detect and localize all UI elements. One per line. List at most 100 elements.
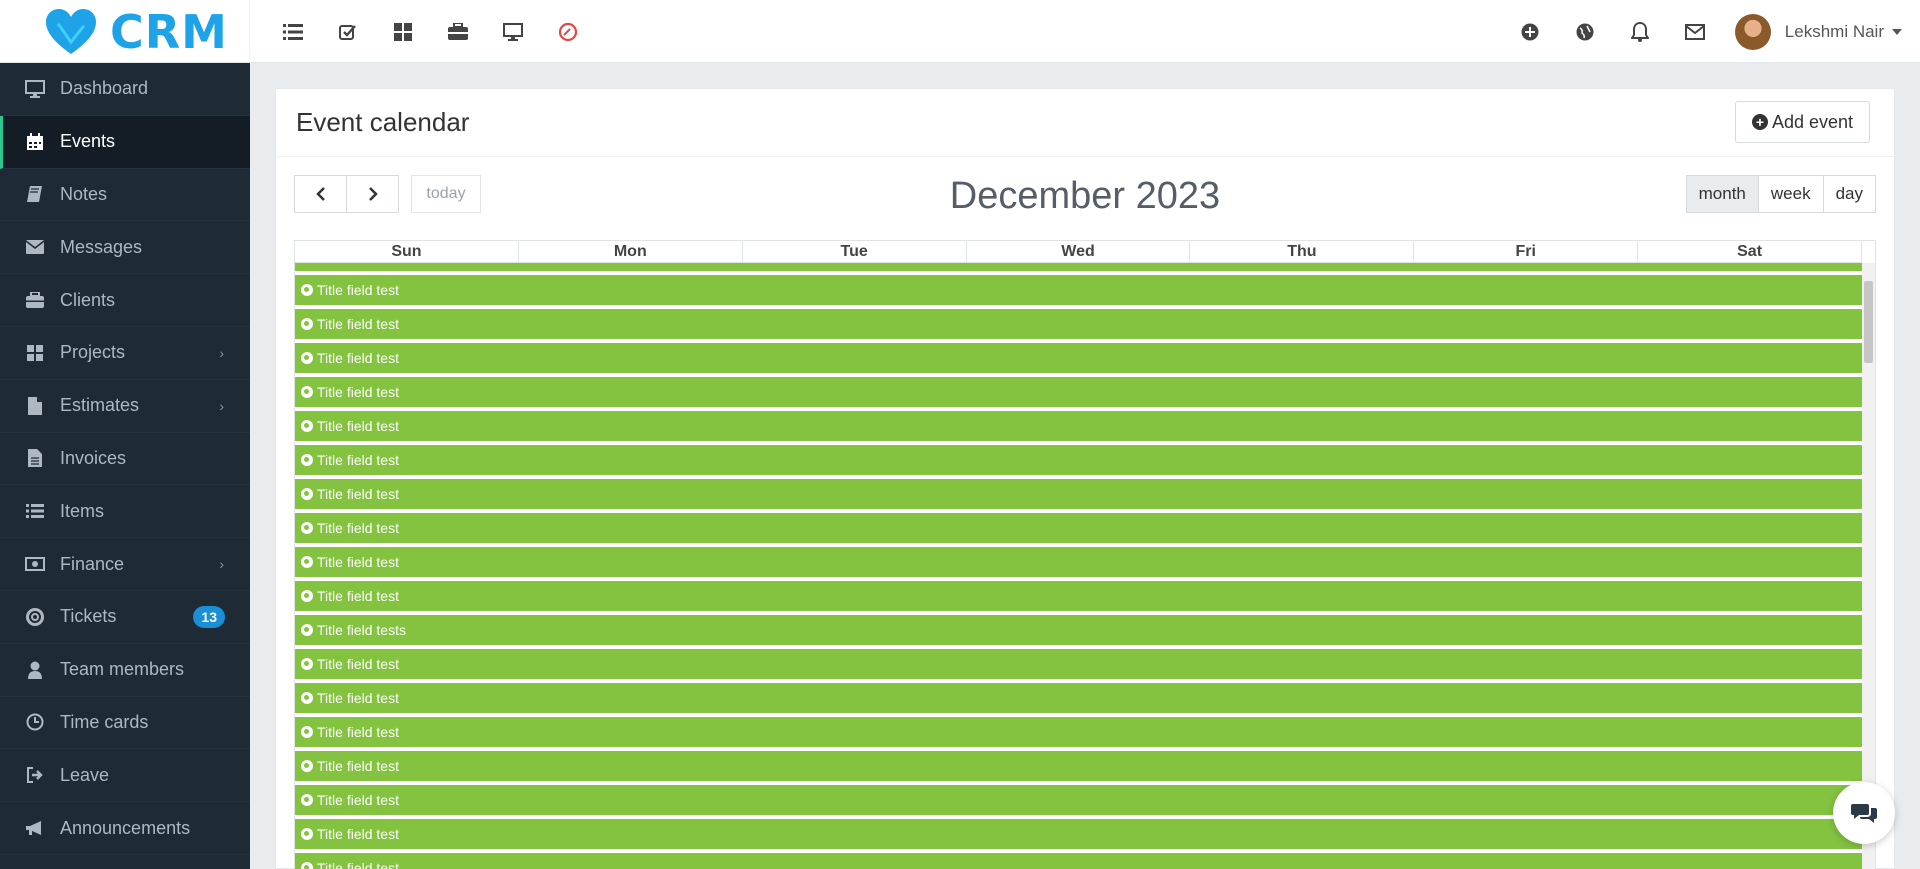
calendar-grid: Sun Mon Tue Wed Thu Fri Sat Title field test Ti…: [294, 240, 1876, 869]
check-square-icon[interactable]: [320, 0, 375, 63]
monitor-icon[interactable]: [485, 0, 540, 63]
th-large-icon: [24, 342, 46, 364]
logo-text: CRM: [110, 4, 228, 59]
add-event-button[interactable]: + Add event: [1734, 101, 1870, 143]
sidebar-item-announcements[interactable]: Announcements: [0, 802, 250, 855]
event-item[interactable]: Title field test: [295, 751, 1862, 783]
event-item[interactable]: Title field tests: [295, 615, 1862, 647]
sidebar-item-label: Projects: [60, 342, 126, 363]
sidebar-item-projects[interactable]: Projects ›: [0, 327, 250, 380]
clock-icon: [301, 522, 313, 534]
prev-button[interactable]: [294, 175, 347, 213]
sidebar-item-label: Time cards: [60, 711, 149, 732]
event-item[interactable]: Title field test: [295, 717, 1862, 749]
chevron-right-icon: ›: [219, 397, 224, 414]
event-item[interactable]: Title field test: [295, 377, 1862, 409]
clock-icon: [301, 556, 313, 568]
event-item[interactable]: Title field test: [295, 479, 1862, 511]
sidebar-item-label: Clients: [60, 289, 116, 310]
sidebar-item-tickets[interactable]: Tickets 13: [0, 591, 250, 644]
event-item[interactable]: Title field test: [295, 853, 1862, 869]
chevron-right-icon: ›: [219, 556, 224, 573]
day-view-button[interactable]: day: [1822, 175, 1876, 213]
sidebar-item-notes[interactable]: Notes: [0, 169, 250, 222]
scrollbar[interactable]: [1862, 263, 1875, 869]
event-item[interactable]: Title field test: [295, 785, 1862, 817]
event-item[interactable]: Title field test: [295, 683, 1862, 715]
sidebar-item-invoices[interactable]: Invoices: [0, 433, 250, 486]
sidebar-item-label: Estimates: [60, 395, 140, 416]
event-list: Title field test Title field test Title fi…: [295, 263, 1862, 869]
plus-circle-icon: +: [1751, 114, 1768, 130]
sidebar-item-time-cards[interactable]: Time cards: [0, 697, 250, 750]
top-navbar: CRM Lekshmi Nair: [0, 0, 1920, 63]
sidebar-item-label: Events: [60, 131, 116, 152]
event-item[interactable]: Title field test: [295, 547, 1862, 579]
event-item[interactable]: Title field test: [295, 819, 1862, 851]
event-title: Title field test: [317, 520, 399, 536]
list-icon: [24, 500, 46, 522]
clock-icon: [301, 726, 313, 738]
sidebar-item-clients[interactable]: Clients: [0, 274, 250, 327]
add-event-label: Add event: [1771, 111, 1853, 132]
clock-icon: [301, 590, 313, 602]
life-ring-icon: [24, 606, 46, 628]
today-button[interactable]: today: [411, 175, 481, 213]
calendar-toolbar: December 2023 today month week day: [276, 157, 1894, 235]
event-item[interactable]: Title field test: [295, 343, 1862, 375]
logo[interactable]: CRM: [0, 0, 250, 63]
event-item[interactable]: Title field test: [295, 513, 1862, 545]
event-title: Title field test: [317, 588, 399, 604]
event-item[interactable]: Title field test: [295, 649, 1862, 681]
event-item[interactable]: Title field test: [295, 275, 1862, 307]
week-view-button[interactable]: week: [1757, 175, 1824, 213]
user-icon: [24, 659, 46, 681]
event-title: Title field test: [317, 758, 399, 774]
briefcase-icon: [24, 289, 46, 311]
weekday-mon: Mon: [519, 241, 743, 262]
sidebar-item-finance[interactable]: Finance ›: [0, 538, 250, 591]
clock-icon: [301, 454, 313, 466]
globe-icon[interactable]: [1558, 0, 1613, 63]
sidebar-item-label: Messages: [60, 236, 143, 257]
avatar: [1734, 13, 1771, 50]
sidebar-item-items[interactable]: Items: [0, 485, 250, 539]
envelope-icon[interactable]: [1668, 0, 1723, 63]
tickets-badge: 13: [193, 605, 225, 628]
event-item[interactable]: Title field test: [295, 309, 1862, 341]
sidebar-item-messages[interactable]: Messages: [0, 221, 250, 275]
sidebar-item-events[interactable]: Events: [0, 115, 250, 169]
event-item[interactable]: Title field test: [295, 411, 1862, 443]
clock-icon: [301, 318, 313, 330]
list-icon[interactable]: [265, 0, 320, 63]
calendar-title: December 2023: [949, 175, 1221, 217]
user-menu[interactable]: Lekshmi Nair: [1723, 0, 1920, 63]
clock-icon: [301, 760, 313, 772]
clock-icon: [301, 692, 313, 704]
comments-icon: [1851, 804, 1877, 823]
file-icon: [24, 395, 46, 417]
sidebar-item-dashboard[interactable]: Dashboard: [0, 63, 250, 116]
sidebar-item-estimates[interactable]: Estimates ›: [0, 380, 250, 433]
month-view-button[interactable]: month: [1685, 175, 1759, 213]
sidebar-item-leave[interactable]: Leave: [0, 749, 250, 803]
bell-icon[interactable]: [1613, 0, 1668, 63]
briefcase-icon[interactable]: [430, 0, 485, 63]
next-button[interactable]: [346, 175, 399, 213]
event-item[interactable]: Title field test: [295, 263, 1862, 273]
envelope-icon: [24, 236, 46, 258]
plus-circle-icon[interactable]: [1503, 0, 1558, 63]
scroll-thumb[interactable]: [1864, 281, 1873, 363]
page-title: Event calendar: [296, 107, 470, 137]
grid-icon[interactable]: [375, 0, 430, 63]
book-icon: [24, 183, 46, 205]
event-item[interactable]: Title field test: [295, 445, 1862, 477]
sidebar-item-team-members[interactable]: Team members: [0, 644, 250, 697]
top-right-area: Lekshmi Nair: [1503, 0, 1920, 63]
chat-button[interactable]: [1833, 782, 1895, 844]
event-item[interactable]: Title field test: [295, 581, 1862, 613]
event-title: Title field test: [317, 384, 399, 400]
view-switcher: month week day: [1685, 175, 1876, 213]
clock-icon[interactable]: [540, 0, 595, 63]
sign-out-icon: [24, 764, 46, 786]
